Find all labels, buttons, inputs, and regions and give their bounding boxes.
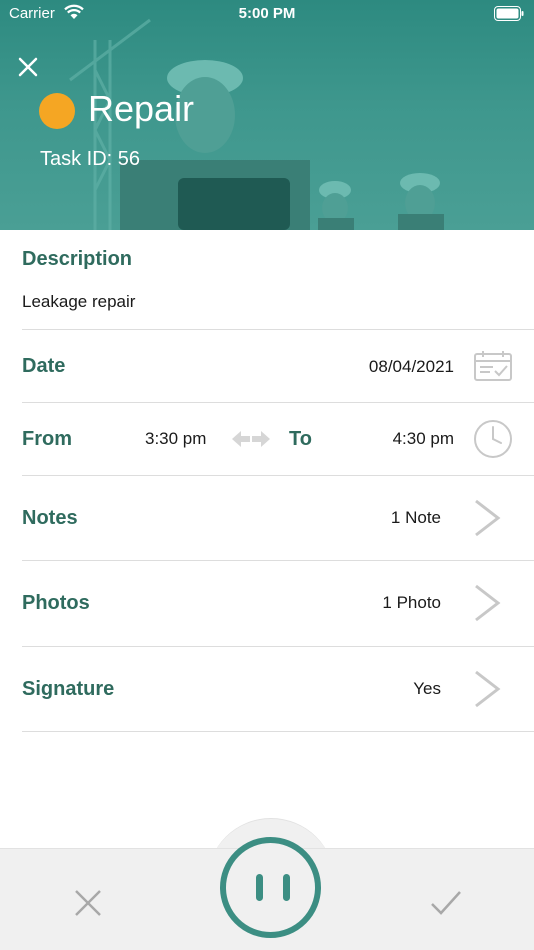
swap-arrows-icon: [232, 431, 270, 447]
notes-count: 1 Note: [390, 508, 441, 527]
chevron-right-icon[interactable]: [472, 498, 502, 538]
divider: [22, 402, 534, 403]
signature-status: Yes: [413, 679, 441, 698]
from-time-value[interactable]: 3:30 pm: [145, 429, 206, 449]
clock-time: 5:00 PM: [238, 5, 296, 22]
pause-icon: [283, 874, 290, 901]
chevron-right-icon[interactable]: [472, 669, 502, 709]
photos-label: Photos: [22, 592, 90, 614]
pause-button[interactable]: [220, 837, 321, 938]
battery-icon: [494, 6, 524, 21]
notes-label: Notes: [22, 507, 78, 529]
date-label: Date: [22, 355, 66, 377]
checkmark-icon[interactable]: [430, 889, 462, 917]
status-bar: Carrier 5:00 PM: [0, 0, 534, 28]
photos-count: 1 Photo: [382, 593, 441, 612]
pause-icon: [256, 874, 263, 901]
signature-label: Signature: [22, 678, 115, 700]
description-value: Leakage repair: [22, 292, 136, 311]
description-label: Description: [22, 248, 133, 270]
divider: [22, 560, 534, 561]
calendar-icon[interactable]: [473, 350, 513, 382]
divider: [22, 731, 534, 732]
close-icon[interactable]: [16, 55, 40, 79]
to-label: To: [289, 428, 312, 450]
status-indicator-dot: [39, 93, 75, 129]
construction-workers-image: [69, 18, 444, 230]
date-value[interactable]: 08/04/2021: [369, 357, 454, 377]
from-label: From: [22, 428, 72, 450]
divider: [22, 475, 534, 476]
task-id: Task ID: 56: [40, 148, 141, 170]
page-title: Repair: [88, 88, 195, 129]
divider: [22, 646, 534, 647]
chevron-right-icon[interactable]: [472, 583, 502, 623]
divider: [22, 329, 534, 330]
cancel-icon[interactable]: [74, 889, 102, 917]
to-time-value[interactable]: 4:30 pm: [393, 429, 454, 449]
header-banner: Carrier 5:00 PM Repair Task ID: 56: [0, 0, 534, 230]
clock-icon[interactable]: [473, 419, 513, 459]
